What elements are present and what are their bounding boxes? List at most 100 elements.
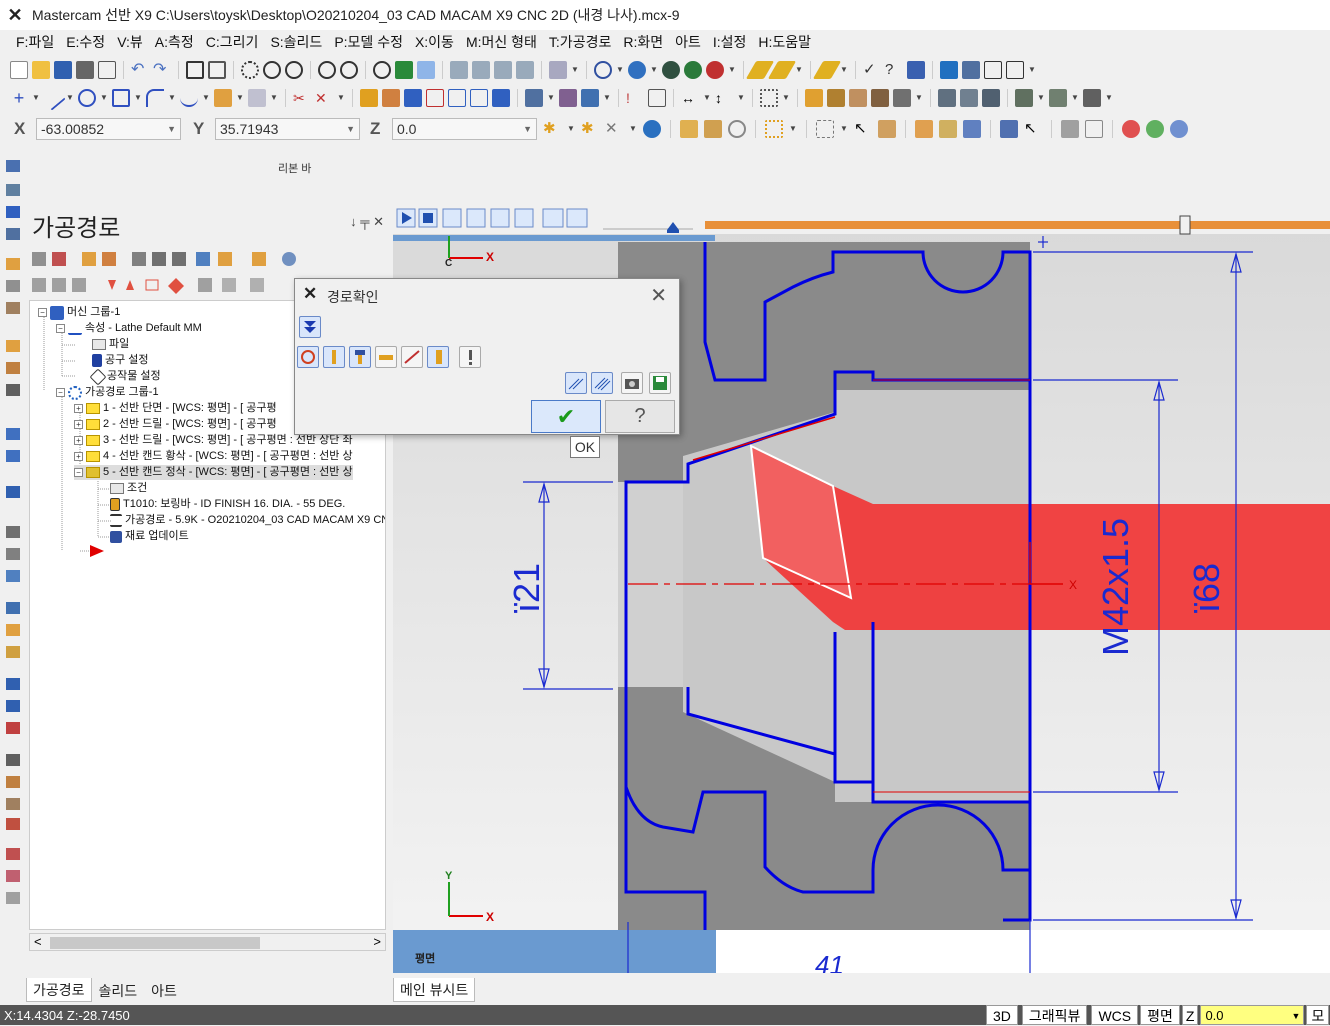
solid-boolean-icon[interactable] <box>982 89 1000 107</box>
lathe-steady-icon[interactable] <box>871 89 889 107</box>
menu-view[interactable]: V:뷰 <box>111 30 149 54</box>
show-holder-button[interactable] <box>349 346 371 368</box>
lathe-tool-icon[interactable] <box>893 89 911 107</box>
arrange-icon[interactable] <box>581 89 599 107</box>
levels-icon[interactable] <box>962 61 980 79</box>
chevron-down-icon[interactable]: ▼ <box>66 89 74 107</box>
solid-fillet-icon[interactable] <box>1015 89 1033 107</box>
point-icon[interactable]: + <box>10 89 28 107</box>
zoom-in-icon[interactable] <box>285 61 303 79</box>
lathe-tailstock-icon[interactable] <box>849 89 867 107</box>
pan-icon[interactable] <box>417 61 435 79</box>
measure-icon[interactable] <box>648 89 666 107</box>
chevron-down-icon[interactable]: ▼ <box>270 89 278 107</box>
analyze-icon[interactable] <box>907 61 925 79</box>
repaint-icon[interactable] <box>208 61 226 79</box>
line-icon[interactable] <box>40 85 66 111</box>
surface-icon[interactable] <box>248 89 266 107</box>
chevron-down-icon[interactable]: ▼ <box>346 119 359 139</box>
step-mode-button[interactable] <box>565 372 587 394</box>
autocursor-icon[interactable]: ✕ <box>605 120 623 138</box>
shaded-solid-icon[interactable] <box>662 61 680 79</box>
left-toolbar-icons[interactable] <box>0 150 26 930</box>
scroll-right-icon[interactable]: > <box>373 934 381 949</box>
wcs-button[interactable]: WCS <box>1091 1005 1139 1025</box>
solid-revolve-icon[interactable] <box>960 89 978 107</box>
view-cube-icon[interactable] <box>549 61 567 79</box>
mode-button[interactable]: 모 <box>1306 1005 1330 1025</box>
gear-filter-icon[interactable] <box>1061 120 1079 138</box>
menu-xform[interactable]: X:이동 <box>409 30 460 54</box>
chevron-down-icon[interactable]: ▼ <box>915 89 923 107</box>
grid-icon[interactable] <box>1006 61 1024 79</box>
tree-toolpath[interactable]: 가공경로 - 5.9K - O20210204_03 CAD MACAM X9 … <box>110 513 385 528</box>
face-select-icon[interactable] <box>915 120 933 138</box>
chevron-down-icon[interactable]: ▼ <box>840 61 848 79</box>
chevron-down-icon[interactable]: ▼ <box>795 61 803 79</box>
3d-toggle-button[interactable]: 3D <box>986 1005 1018 1025</box>
lathe-chuck-icon[interactable] <box>827 89 845 107</box>
chevron-down-icon[interactable]: ▼ <box>523 119 536 139</box>
tab-main-viewsheet[interactable]: 메인 뷰시트 <box>393 978 476 1002</box>
chain-select-icon[interactable] <box>816 120 834 138</box>
modify-icon[interactable] <box>525 89 543 107</box>
print-preview-icon[interactable] <box>98 61 116 79</box>
tree-machine-group[interactable]: − 머신 그룹-1 <box>38 305 120 320</box>
z-depth-input[interactable]: 0.0 ▼ <box>1200 1005 1305 1025</box>
expand-icon[interactable]: + <box>74 404 83 413</box>
view-right-icon[interactable] <box>516 61 534 79</box>
scroll-left-icon[interactable]: < <box>34 934 42 949</box>
unzoom-icon[interactable] <box>318 61 336 79</box>
print-icon[interactable] <box>76 61 94 79</box>
ok-button[interactable]: ✔ <box>531 400 601 433</box>
translucency-icon[interactable] <box>684 61 702 79</box>
tree-stock-update[interactable]: 재료 업데이트 <box>110 529 189 544</box>
info-button[interactable] <box>459 346 481 368</box>
solid-select-icon[interactable] <box>878 120 896 138</box>
chevron-down-icon[interactable]: ▼ <box>1071 89 1079 107</box>
chevron-down-icon[interactable]: ▼ <box>571 61 579 79</box>
pattern-icon[interactable] <box>559 89 577 107</box>
rotate-icon[interactable] <box>373 61 391 79</box>
query-icon[interactable]: ? <box>885 61 903 79</box>
xform-project-icon[interactable] <box>492 89 510 107</box>
chevron-down-icon[interactable]: ▼ <box>782 89 790 107</box>
window-select-icon[interactable] <box>765 120 783 138</box>
tree-stock-setup[interactable]: 공작물 설정 <box>89 368 161 385</box>
chevron-down-icon[interactable]: ▼ <box>1028 61 1036 79</box>
expand-icon[interactable]: + <box>74 436 83 445</box>
chevron-down-icon[interactable]: ▼ <box>1105 89 1113 107</box>
panel-controls[interactable]: ↓ ╤ ✕ <box>350 214 384 230</box>
dynamic-rotate-icon[interactable] <box>395 61 413 79</box>
chevron-down-icon[interactable]: ▼ <box>236 89 244 107</box>
chevron-down-icon[interactable]: ▼ <box>1292 1006 1304 1024</box>
tree-toolpath-group[interactable]: − 가공경로 그룹-1 <box>56 385 159 400</box>
x-coord-input[interactable]: -63.00852 ▼ <box>36 118 181 140</box>
trace-mode-button[interactable] <box>591 372 613 394</box>
menu-art[interactable]: 아트 <box>669 30 707 54</box>
help-button[interactable]: ? <box>605 400 675 433</box>
xform-translate-icon[interactable] <box>360 89 378 107</box>
settings-icon[interactable] <box>940 61 958 79</box>
lathe-stock-icon[interactable] <box>805 89 823 107</box>
menu-settings[interactable]: I:설정 <box>707 30 753 54</box>
help-circle-icon[interactable] <box>1170 120 1188 138</box>
xform-rotate-icon[interactable] <box>382 89 400 107</box>
stop-icon[interactable] <box>1122 120 1140 138</box>
view-top-icon[interactable] <box>472 61 490 79</box>
tree-tool[interactable]: T1010: 보링바 - ID FINISH 16. DIA. - 55 DEG… <box>110 497 345 512</box>
pointer-icon[interactable]: ↖ <box>1024 120 1042 138</box>
screenshot-button[interactable] <box>621 372 643 394</box>
shaded-icon[interactable] <box>628 61 646 79</box>
save-geometry-button[interactable] <box>649 372 671 394</box>
menu-create[interactable]: C:그리기 <box>200 30 265 54</box>
chevron-down-icon[interactable]: ▼ <box>32 89 40 107</box>
undo-icon[interactable]: ↶ <box>131 61 149 79</box>
chevron-down-icon[interactable]: ▼ <box>650 61 658 79</box>
chevron-down-icon[interactable]: ▼ <box>603 89 611 107</box>
solid-shell-icon[interactable] <box>1049 89 1067 107</box>
menu-help[interactable]: H:도움말 <box>752 30 817 54</box>
tab-toolpaths[interactable]: 가공경로 <box>26 978 92 1002</box>
select-icon[interactable] <box>680 120 698 138</box>
sparkle-icon[interactable]: ✱ <box>581 120 599 138</box>
